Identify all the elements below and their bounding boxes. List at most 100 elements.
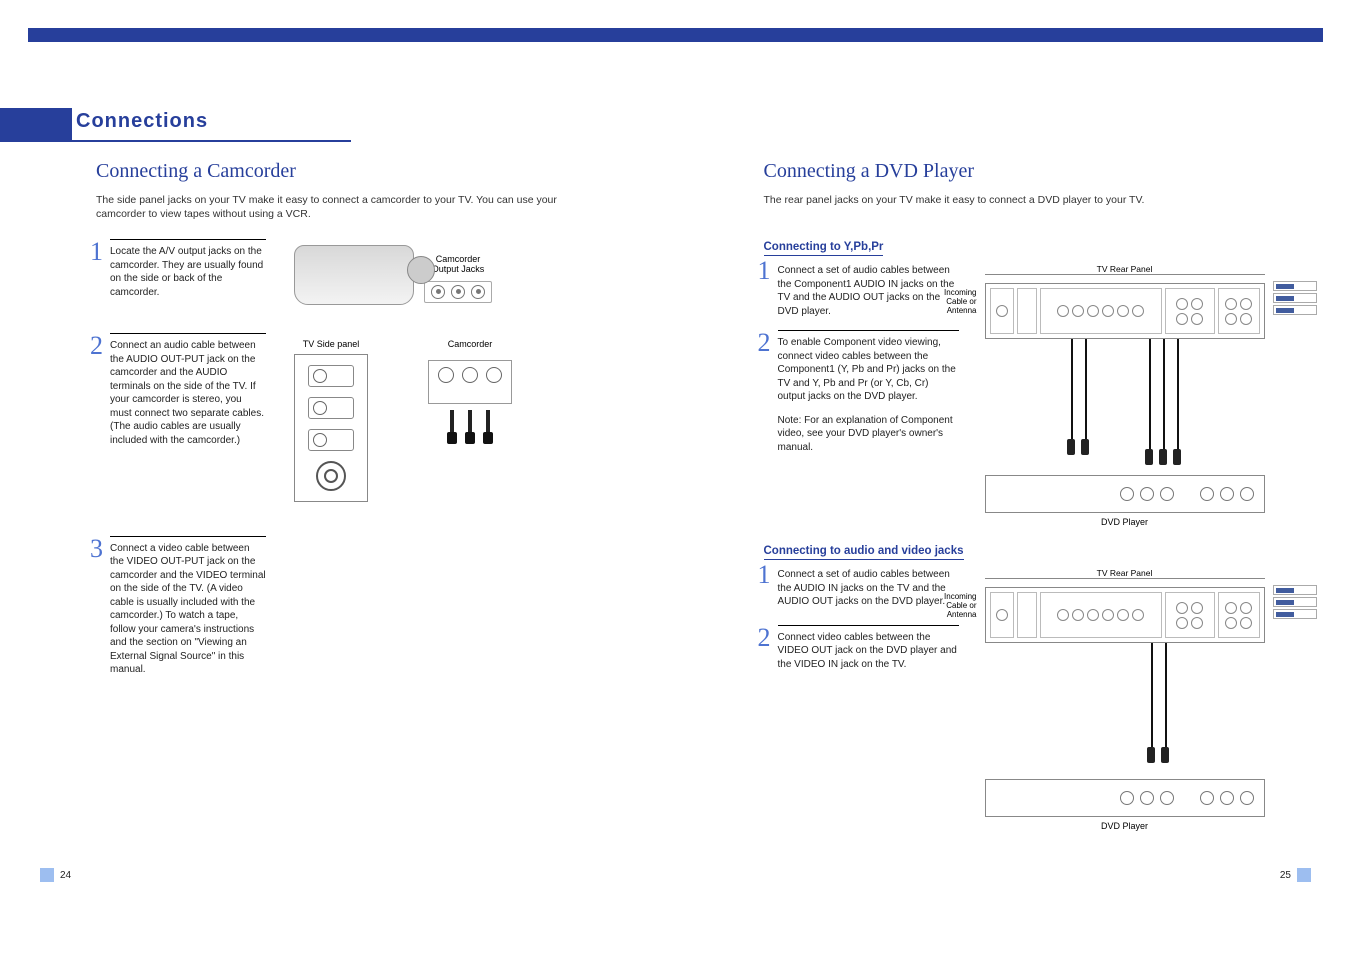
jack-icon bbox=[1057, 609, 1069, 621]
jack-icon bbox=[1240, 298, 1252, 310]
port-icon bbox=[308, 397, 354, 419]
right-intro: The rear panel jacks on your TV make it … bbox=[764, 193, 1244, 207]
jack-icon bbox=[1240, 617, 1252, 629]
step-rule bbox=[110, 239, 266, 240]
subheading-component: Connecting to Y,Pb,Pr bbox=[764, 241, 884, 256]
jack-icon bbox=[1102, 609, 1114, 621]
step-number: 2 bbox=[758, 625, 771, 651]
step-body: Connect a video cable between the VIDEO … bbox=[110, 542, 266, 677]
page-number: 24 bbox=[60, 870, 71, 881]
step-number: 3 bbox=[90, 536, 103, 562]
component-note: Note: For an explanation of Component vi… bbox=[778, 414, 959, 455]
jack-icon bbox=[438, 367, 454, 383]
jack-icon bbox=[1240, 602, 1252, 614]
port-icon bbox=[308, 365, 354, 387]
camcorder-jack-box bbox=[428, 360, 512, 404]
camcorder-source: Camcorder bbox=[428, 339, 512, 443]
antenna-label: Incoming Cable or Antenna bbox=[927, 593, 977, 619]
jack-icon bbox=[1117, 609, 1129, 621]
dvd-label: DVD Player bbox=[985, 517, 1265, 527]
step-number: 1 bbox=[758, 258, 771, 284]
jack-icon bbox=[1220, 791, 1234, 805]
chapter-bar: Connections bbox=[0, 108, 351, 142]
dvd-label: DVD Player bbox=[985, 821, 1265, 831]
left-step-2: 2 Connect an audio cable between the AUD… bbox=[96, 339, 624, 501]
jack-icon bbox=[1176, 298, 1188, 310]
left-step-1: 1 Locate the A/V output jacks on the cam… bbox=[96, 245, 624, 311]
chapter-accent bbox=[0, 108, 72, 142]
step-body: To enable Component video viewing, conne… bbox=[778, 336, 959, 404]
left-step-3: 3 Connect a video cable between the VIDE… bbox=[96, 542, 624, 677]
jack-icon bbox=[1072, 305, 1084, 317]
jack-icon bbox=[1225, 298, 1237, 310]
jack-icon bbox=[996, 609, 1008, 621]
jack-icon bbox=[1240, 791, 1254, 805]
jack-icon bbox=[1087, 305, 1099, 317]
jack-icon bbox=[1087, 609, 1099, 621]
step-rule bbox=[110, 333, 266, 334]
step-body: Connect an audio cable between the AUDIO… bbox=[110, 339, 266, 447]
jack-icon bbox=[1176, 313, 1188, 325]
jack-icon bbox=[471, 285, 485, 299]
subheading-av: Connecting to audio and video jacks bbox=[764, 545, 964, 560]
jack-icon bbox=[1120, 791, 1134, 805]
jack-icon bbox=[1120, 487, 1134, 501]
side-switch-box bbox=[1273, 585, 1317, 619]
jack-icon bbox=[1191, 617, 1203, 629]
jack-icon bbox=[1200, 791, 1214, 805]
port-icon bbox=[308, 429, 354, 451]
jack-icon bbox=[1140, 487, 1154, 501]
page-number-right: 25 bbox=[1280, 868, 1311, 882]
jack-icon bbox=[1057, 305, 1069, 317]
tv-side-panel bbox=[294, 354, 368, 502]
jack-row bbox=[424, 281, 492, 303]
side-switch-box bbox=[1273, 281, 1317, 315]
cable-lines bbox=[985, 339, 1265, 469]
page-accent-icon bbox=[1297, 868, 1311, 882]
jack-icon bbox=[431, 285, 445, 299]
cable-plugs bbox=[447, 410, 493, 444]
step-rule bbox=[778, 330, 959, 331]
jack-icon bbox=[486, 367, 502, 383]
step-number: 1 bbox=[758, 562, 771, 588]
side-panel-illustration: TV Side panel Camcorder bbox=[294, 339, 512, 501]
rightA-step-2: 2 To enable Component video viewing, con… bbox=[764, 336, 959, 454]
step-number: 2 bbox=[90, 333, 103, 359]
right-section-title: Connecting a DVD Player bbox=[764, 160, 1292, 183]
jack-icon bbox=[1132, 609, 1144, 621]
jack-icon bbox=[1225, 617, 1237, 629]
jack-icon bbox=[1160, 487, 1174, 501]
jack-icon bbox=[1140, 791, 1154, 805]
step-number: 1 bbox=[90, 239, 103, 265]
right-page: Connecting a DVD Player The rear panel j… bbox=[764, 160, 1292, 831]
camcorder-illustration: Camcorder Output Jacks bbox=[294, 245, 492, 311]
dvd-player-box bbox=[985, 475, 1265, 513]
jack-icon bbox=[1117, 305, 1129, 317]
antenna-label: Incoming Cable or Antenna bbox=[927, 289, 977, 315]
rightB-step-2: 2 Connect video cables between the VIDEO… bbox=[764, 631, 959, 672]
jack-icon bbox=[1176, 602, 1188, 614]
rear-panel-label: TV Rear Panel bbox=[985, 568, 1265, 578]
left-section-title: Connecting a Camcorder bbox=[96, 160, 624, 183]
jack-icon bbox=[1132, 305, 1144, 317]
step-body: Connect video cables between the VIDEO O… bbox=[778, 631, 959, 672]
jack-icon bbox=[1220, 487, 1234, 501]
step-number: 2 bbox=[758, 330, 771, 356]
left-intro: The side panel jacks on your TV make it … bbox=[96, 193, 576, 221]
cable-lines bbox=[985, 643, 1265, 773]
jack-icon bbox=[1176, 617, 1188, 629]
left-page: Connecting a Camcorder The side panel ja… bbox=[96, 160, 624, 831]
step-body: Locate the A/V output jacks on the camco… bbox=[110, 245, 266, 299]
jack-icon bbox=[1240, 313, 1252, 325]
jack-icon bbox=[1072, 609, 1084, 621]
step-rule bbox=[110, 536, 266, 537]
jack-icon bbox=[1240, 487, 1254, 501]
jack-icon bbox=[996, 305, 1008, 317]
jack-icon bbox=[1200, 487, 1214, 501]
rear-panel-label: TV Rear Panel bbox=[985, 264, 1265, 274]
step-rule bbox=[778, 625, 959, 626]
jack-icon bbox=[1160, 791, 1174, 805]
chapter-title: Connections bbox=[76, 110, 208, 133]
tv-side-label: TV Side panel bbox=[294, 339, 368, 349]
jack-icon bbox=[1225, 602, 1237, 614]
